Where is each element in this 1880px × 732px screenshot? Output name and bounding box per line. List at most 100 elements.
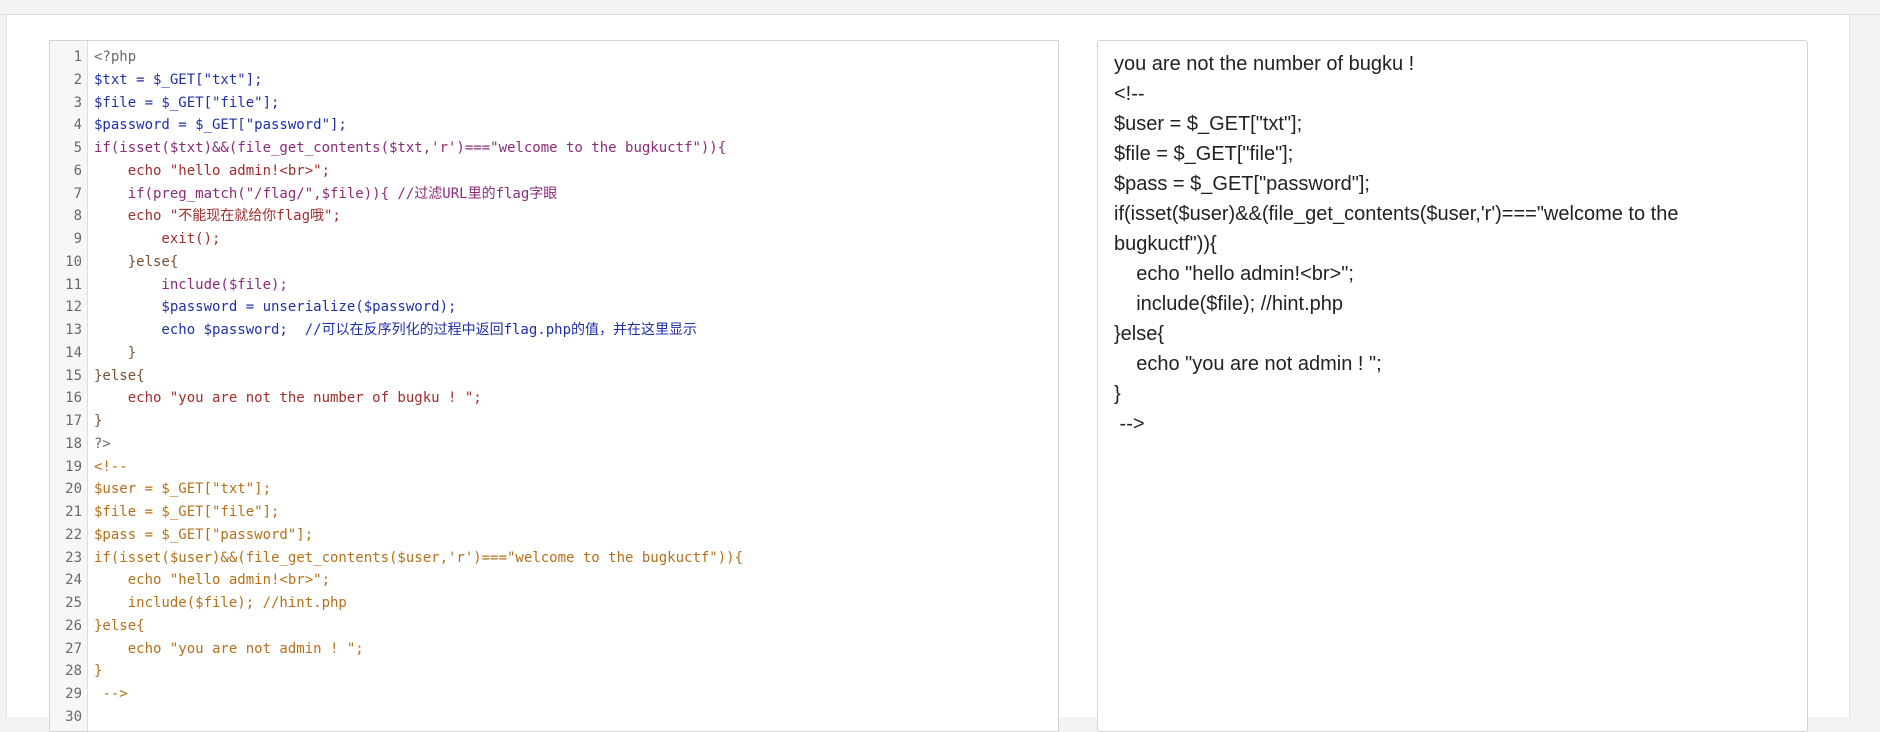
output-line: --> xyxy=(1114,413,1145,435)
code-text: if(isset($txt)&&(file_get_contents($txt,… xyxy=(94,140,727,156)
line-number: 10 xyxy=(65,253,82,270)
line-number: 30 xyxy=(65,708,82,725)
code-text: $txt = $_GET["txt"]; xyxy=(94,71,263,88)
code-text: } xyxy=(94,663,103,680)
code-line: 27 echo "you are not admin ! "; xyxy=(50,638,1058,661)
code-line: 14 } xyxy=(50,342,1058,365)
code-text: }else{ xyxy=(94,367,145,384)
output-panel: you are not the number of bugku ! <!-- $… xyxy=(1097,40,1808,732)
line-number: 24 xyxy=(65,572,82,589)
code-text: echo "不能现在就给你flag哦"; xyxy=(94,208,341,225)
code-line: 4 $password = $_GET["password"]; xyxy=(50,114,1058,137)
line-number: 1 xyxy=(73,49,82,65)
code-text: ?> xyxy=(94,435,111,452)
line-number: 22 xyxy=(65,526,82,543)
output-line: you are not the number of bugku ! xyxy=(1114,53,1415,75)
code-text: <!-- xyxy=(94,458,128,475)
line-number: 9 xyxy=(73,231,82,247)
output-line: $file = $_GET["file"]; xyxy=(1114,143,1294,165)
code-line: 15 }else{ xyxy=(50,365,1058,388)
code-line: 30 xyxy=(50,706,1058,729)
output-line: } xyxy=(1114,383,1121,405)
code-line: 21 $file = $_GET["file"]; xyxy=(50,501,1058,524)
code-text: if(preg_match("/flag/",$file)){ //过滤URL里… xyxy=(94,185,558,202)
code-line: 1 <?php xyxy=(50,46,1058,69)
line-number: 16 xyxy=(65,390,82,407)
code-line: 29 --> xyxy=(50,683,1058,706)
code-text: echo "you are not the number of bugku ! … xyxy=(94,390,482,407)
code-text: echo "hello admin!<br>"; xyxy=(94,572,331,589)
line-number: 21 xyxy=(65,504,82,520)
code-line: 22 $pass = $_GET["password"]; xyxy=(50,524,1058,547)
code-line: 26 }else{ xyxy=(50,615,1058,638)
code-text: exit(); xyxy=(94,231,221,247)
code-text: include($file); //hint.php xyxy=(94,595,347,611)
code-text: echo $password; //可以在反序列化的过程中返回flag.php的… xyxy=(94,322,698,338)
line-number: 27 xyxy=(65,640,82,657)
code-text: $password = unserialize($password); xyxy=(94,299,457,316)
code-text: $password = $_GET["password"]; xyxy=(94,117,347,134)
output-line: <!-- xyxy=(1114,83,1145,105)
code-line: 25 include($file); //hint.php xyxy=(50,592,1058,615)
line-number: 28 xyxy=(65,663,82,680)
code-text: if(isset($user)&&(file_get_contents($use… xyxy=(94,549,744,566)
code-text: include($file); xyxy=(94,276,288,293)
line-number: 15 xyxy=(65,367,82,384)
code-line: 17} xyxy=(50,410,1058,433)
code-line: 28} xyxy=(50,660,1058,683)
line-number: 26 xyxy=(65,617,82,634)
output-line: $user = $_GET["txt"]; xyxy=(1114,113,1303,135)
line-number: 12 xyxy=(65,299,82,316)
line-number: 20 xyxy=(65,481,82,498)
code-text: $file = $_GET["file"]; xyxy=(94,504,280,520)
output-line: echo "you are not admin ! "; xyxy=(1114,353,1382,375)
line-number: 6 xyxy=(73,162,82,179)
output-line: }else{ xyxy=(1114,323,1165,345)
code-line: 9 exit(); xyxy=(50,228,1058,251)
code-line: 8 echo "不能现在就给你flag哦"; xyxy=(50,205,1058,228)
code-line: 19 <!-- xyxy=(50,456,1058,479)
code-line: 10 }else{ xyxy=(50,251,1058,274)
code-line: 2 $txt = $_GET["txt"]; xyxy=(50,69,1058,92)
code-line: 18 ?> xyxy=(50,433,1058,456)
code-line: 3 $file = $_GET["file"]; xyxy=(50,92,1058,115)
code-line: 7 if(preg_match("/flag/",$file)){ //过滤UR… xyxy=(50,183,1058,206)
code-line: 11 include($file); xyxy=(50,274,1058,297)
code-text: echo "hello admin!<br>"; xyxy=(94,162,331,179)
line-number: 5 xyxy=(73,140,82,156)
code-line: 13 echo $password; //可以在反序列化的过程中返回flag.p… xyxy=(50,319,1058,342)
line-number: 29 xyxy=(65,686,82,702)
line-number: 2 xyxy=(73,71,82,88)
code-text: --> xyxy=(94,686,128,702)
line-number: 4 xyxy=(73,117,82,134)
code-line: 20 $user = $_GET["txt"]; xyxy=(50,478,1058,501)
output-line: $pass = $_GET["password"]; xyxy=(1114,173,1370,195)
code-line: 24 echo "hello admin!<br>"; xyxy=(50,569,1058,592)
line-number: 19 xyxy=(65,458,82,475)
line-number: 13 xyxy=(65,322,82,338)
code-line: 6 echo "hello admin!<br>"; xyxy=(50,160,1058,183)
code-text: } xyxy=(94,413,103,429)
top-bar xyxy=(0,0,1880,15)
code-text: <?php xyxy=(94,49,137,65)
output-line: bugkuctf")){ xyxy=(1114,233,1217,255)
code-editor[interactable]: 1 <?php 2 $txt = $_GET["txt"]; 3 $file = $_… xyxy=(49,40,1059,732)
code-text: }else{ xyxy=(94,617,145,634)
line-number: 11 xyxy=(65,276,82,293)
output-line: if(isset($user)&&(file_get_contents($use… xyxy=(1114,203,1679,225)
output-line: include($file); //hint.php xyxy=(1114,293,1344,315)
code-line: 23 if(isset($user)&&(file_get_contents($u… xyxy=(50,547,1058,570)
output-line: echo "hello admin!<br>"; xyxy=(1114,263,1354,285)
line-number: 7 xyxy=(73,185,82,202)
output-text: you are not the number of bugku ! <!-- $… xyxy=(1114,49,1794,439)
code-line: 16 echo "you are not the number of bugku… xyxy=(50,387,1058,410)
code-text: $user = $_GET["txt"]; xyxy=(94,481,272,498)
code-text: $file = $_GET["file"]; xyxy=(94,94,280,111)
line-number: 14 xyxy=(65,344,82,361)
code-text: } xyxy=(94,344,137,361)
line-number: 3 xyxy=(73,94,82,111)
line-number: 25 xyxy=(65,595,82,611)
line-number: 18 xyxy=(65,435,82,452)
code-text: }else{ xyxy=(94,253,179,270)
code-line: 5 if(isset($txt)&&(file_get_contents($txt… xyxy=(50,137,1058,160)
